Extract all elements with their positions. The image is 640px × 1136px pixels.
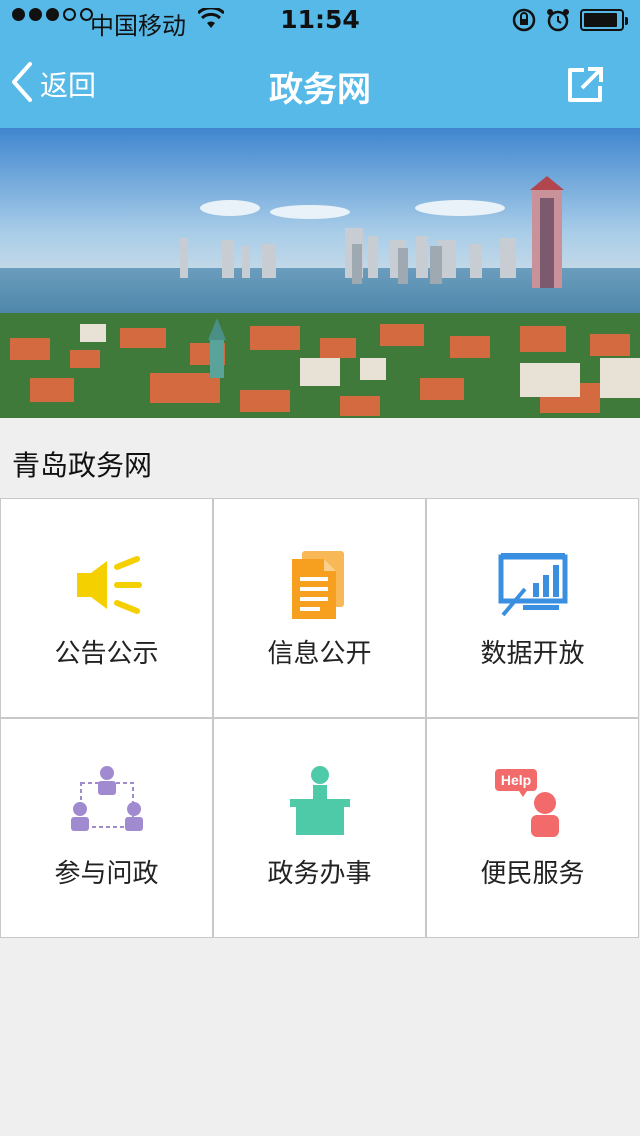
grid-item-participate[interactable]: 参与问政 — [0, 718, 213, 938]
megaphone-icon — [67, 545, 147, 625]
battery-icon — [580, 9, 628, 31]
grid-item-label: 便民服务 — [480, 859, 585, 889]
grid-item-announcements[interactable]: 公告公示 — [0, 498, 213, 718]
grid-item-label: 信息公开 — [267, 639, 372, 669]
chart-board-icon — [493, 545, 573, 625]
nav-bar: 返回 政务网 — [0, 40, 640, 128]
grid-item-gov-affairs[interactable]: 政务办事 — [213, 718, 426, 938]
grid-item-info-disclosure[interactable]: 信息公开 — [213, 498, 426, 718]
alarm-icon — [545, 8, 571, 38]
status-time: 11:54 — [280, 5, 360, 34]
top-bar: 中国移动 11:54 返回 政务网 — [0, 0, 640, 128]
service-grid: 公告公示 信息公开 数据开放 参与问政 政务办事 Help 便民服务 — [0, 498, 640, 938]
grid-item-open-data[interactable]: 数据开放 — [426, 498, 639, 718]
people-network-icon — [67, 765, 147, 845]
share-button[interactable] — [566, 64, 606, 108]
document-icon — [280, 545, 360, 625]
section-title: 青岛政务网 — [12, 449, 153, 482]
grid-item-label: 公告公示 — [54, 639, 159, 669]
help-person-icon: Help — [493, 765, 573, 845]
grid-item-label: 数据开放 — [480, 639, 585, 669]
status-bar: 中国移动 11:54 — [0, 0, 640, 40]
city-banner-image — [0, 128, 640, 418]
page-title: 政务网 — [269, 70, 371, 110]
grid-item-citizen-services[interactable]: Help 便民服务 — [426, 718, 639, 938]
rotation-lock-icon — [511, 8, 537, 38]
grid-item-label: 政务办事 — [267, 859, 372, 889]
grid-item-label: 参与问政 — [54, 859, 159, 889]
service-desk-icon — [280, 765, 360, 845]
share-icon — [566, 67, 606, 108]
svg-text:Help: Help — [500, 772, 530, 788]
